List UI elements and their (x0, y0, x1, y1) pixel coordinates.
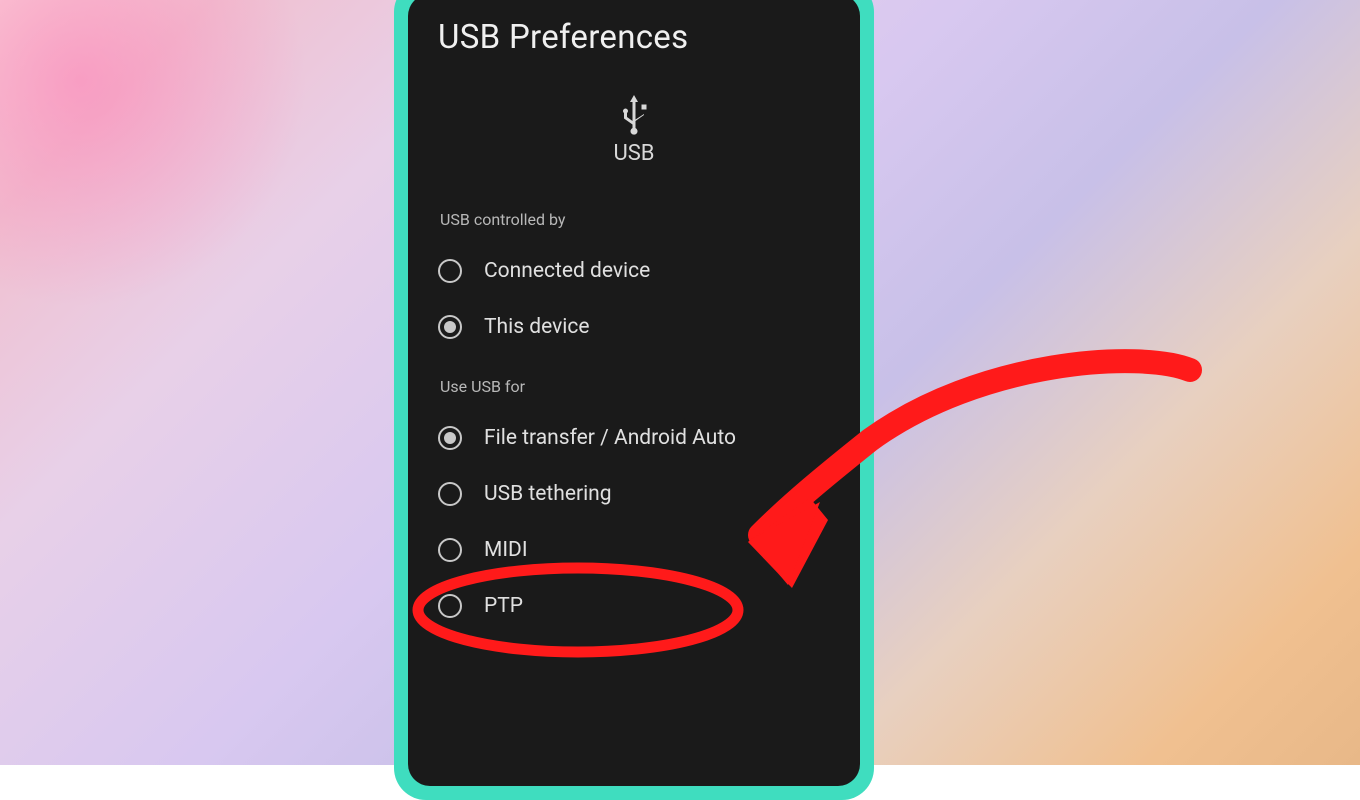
option-file-transfer[interactable]: File transfer / Android Auto (438, 410, 830, 466)
radio-icon (438, 482, 462, 506)
radio-icon-selected (438, 315, 462, 339)
option-ptp[interactable]: PTP (438, 578, 830, 634)
option-label: File transfer / Android Auto (484, 426, 736, 450)
radio-icon (438, 538, 462, 562)
phone-frame: USB Preferences USB USB controlled by Co… (394, 0, 874, 800)
usb-label: USB (438, 141, 830, 166)
option-label: PTP (484, 594, 523, 618)
option-this-device[interactable]: This device (438, 299, 830, 355)
option-label: This device (484, 315, 590, 339)
section-heading-controlled-by: USB controlled by (440, 210, 830, 229)
option-label: Connected device (484, 259, 650, 283)
option-usb-tethering[interactable]: USB tethering (438, 466, 830, 522)
radio-icon-selected (438, 426, 462, 450)
usb-icon (615, 91, 653, 139)
option-label: USB tethering (484, 482, 612, 506)
page-title: USB Preferences (438, 18, 830, 57)
phone-screen: USB Preferences USB USB controlled by Co… (408, 0, 860, 786)
radio-icon (438, 594, 462, 618)
option-connected-device[interactable]: Connected device (438, 243, 830, 299)
option-label: MIDI (484, 538, 528, 562)
usb-header-block: USB (438, 91, 830, 166)
radio-icon (438, 259, 462, 283)
option-midi[interactable]: MIDI (438, 522, 830, 578)
section-heading-use-for: Use USB for (440, 377, 830, 396)
